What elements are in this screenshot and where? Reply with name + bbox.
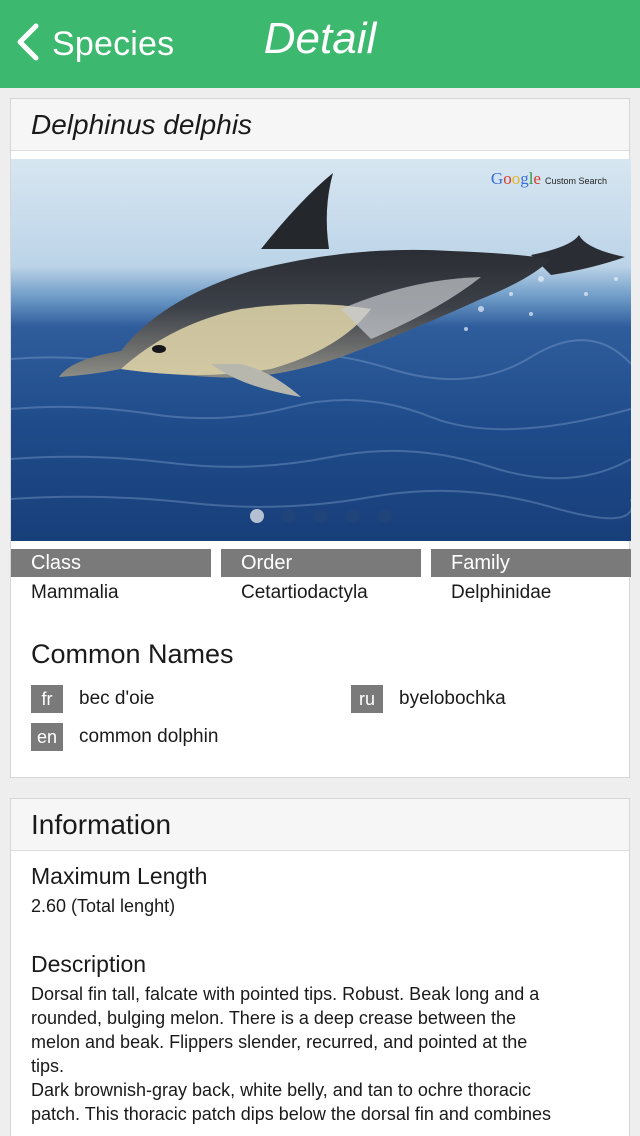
max-length-heading: Maximum Length [31, 863, 208, 889]
species-header: Delphinus delphis [11, 99, 629, 151]
common-name: common dolphin [79, 726, 219, 747]
language-tag: fr [31, 685, 63, 713]
page-dot[interactable] [346, 509, 360, 523]
description-section: Description Dorsal fin tall, falcate wit… [31, 951, 611, 1126]
taxon-label: Order [221, 549, 421, 577]
information-title: Information [31, 808, 172, 840]
google-logo: Google [490, 169, 541, 188]
page-dot[interactable] [282, 509, 296, 523]
dolphin-photo [11, 173, 631, 520]
google-custom-search-badge: Google Custom Search [491, 169, 607, 189]
common-names-title: Common Names [31, 639, 234, 669]
language-tag: en [31, 723, 63, 751]
scientific-name: Delphinus delphis [31, 108, 253, 140]
page-dot[interactable] [314, 509, 328, 523]
taxon-class: Class Mammalia [11, 549, 211, 604]
taxon-family: Family Delphinidae [431, 549, 631, 604]
max-length-value: 2.60 (Total lenght) [31, 896, 176, 916]
common-name: byelobochka [399, 688, 506, 709]
taxon-order: Order Cetartiodactyla [221, 549, 421, 604]
description-line: Dorsal fin tall, falcate with pointed ti… [31, 984, 540, 1004]
max-length-section: Maximum Length 2.60 (Total lenght) [31, 863, 611, 917]
taxonomy-row: Class Mammalia Order Cetartiodactyla Fam… [11, 549, 631, 609]
taxon-value: Mammalia [31, 582, 119, 603]
navigation-bar: Species Detail [0, 0, 640, 88]
common-name-item: fr bec d'oie [31, 685, 154, 713]
page-dot[interactable] [250, 509, 264, 523]
taxon-value: Delphinidae [451, 582, 552, 603]
description-line: rounded, bulging melon. There is a deep … [31, 1008, 516, 1028]
page-indicator[interactable] [11, 509, 631, 523]
page-dot[interactable] [378, 509, 392, 523]
common-name-item: ru byelobochka [351, 685, 506, 713]
species-photo-carousel[interactable]: Google Custom Search [11, 159, 631, 541]
language-tag: ru [351, 685, 383, 713]
custom-search-label: Custom Search [544, 176, 607, 186]
description-heading: Description [31, 951, 147, 977]
description-text: Dorsal fin tall, falcate with pointed ti… [31, 982, 611, 1126]
taxon-label: Family [431, 549, 631, 577]
description-line: Dark brownish-gray back, white belly, an… [31, 1080, 531, 1100]
common-name: bec d'oie [79, 688, 155, 709]
description-line: tips. [31, 1056, 65, 1076]
information-card: Information Maximum Length 2.60 (Total l… [10, 798, 630, 1136]
page-title: Detail [263, 14, 377, 63]
description-line: patch. This thoracic patch dips below th… [31, 1104, 551, 1124]
information-header: Information [11, 799, 629, 851]
common-name-item: en common dolphin [31, 723, 218, 751]
taxon-value: Cetartiodactyla [241, 582, 368, 603]
description-line: melon and beak. Flippers slender, recurr… [31, 1032, 528, 1052]
taxon-label: Class [11, 549, 211, 577]
species-card: Delphinus delphis Google Custom Search C… [10, 98, 631, 778]
